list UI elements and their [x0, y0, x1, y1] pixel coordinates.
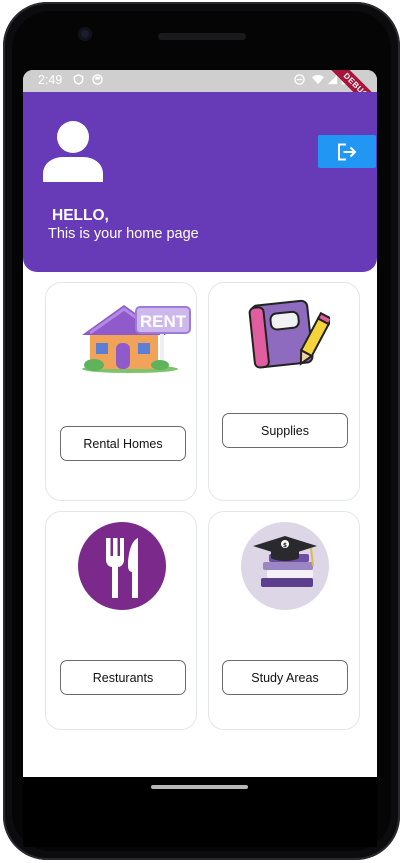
- wifi-icon: [312, 75, 324, 85]
- header-subtitle: This is your home page: [48, 226, 199, 242]
- rent-house-icon: RENT: [82, 305, 191, 373]
- study-areas-button[interactable]: Study Areas: [222, 660, 348, 695]
- rental-homes-button[interactable]: Rental Homes: [60, 426, 186, 461]
- profile-header: HELLO, This is your home page: [23, 92, 377, 272]
- app-screen: 2:49 DEBUG HELLO, This is your home page…: [23, 70, 377, 777]
- logout-button[interactable]: [318, 135, 376, 168]
- card-supplies[interactable]: Supplies: [208, 282, 360, 501]
- svg-text:$: $: [283, 542, 287, 549]
- earpiece-speaker: [158, 33, 246, 40]
- books-graduation-cap-icon: $: [241, 522, 329, 610]
- resturants-button[interactable]: Resturants: [60, 660, 186, 695]
- status-bar: 2:49 DEBUG: [23, 70, 377, 120]
- supplies-button[interactable]: Supplies: [222, 413, 348, 448]
- do-not-disturb-icon: [294, 74, 305, 85]
- status-time: 2:49: [38, 73, 63, 87]
- shield-icon: [73, 74, 84, 85]
- card-rental-homes[interactable]: RENT Rental Homes: [45, 282, 197, 501]
- card-study-areas[interactable]: $ Study Areas: [208, 511, 360, 730]
- logout-icon: [338, 143, 357, 160]
- front-camera-icon: [78, 27, 92, 41]
- fork-knife-icon: [78, 522, 166, 610]
- notebook-pencil-icon: [248, 299, 330, 369]
- card-resturants[interactable]: Resturants: [45, 511, 197, 730]
- home-gesture-pill[interactable]: [151, 785, 248, 789]
- greeting-text: HELLO,: [52, 207, 109, 224]
- notification-circle-icon: [92, 74, 103, 85]
- person-icon: [43, 121, 103, 182]
- svg-text:RENT: RENT: [140, 312, 187, 331]
